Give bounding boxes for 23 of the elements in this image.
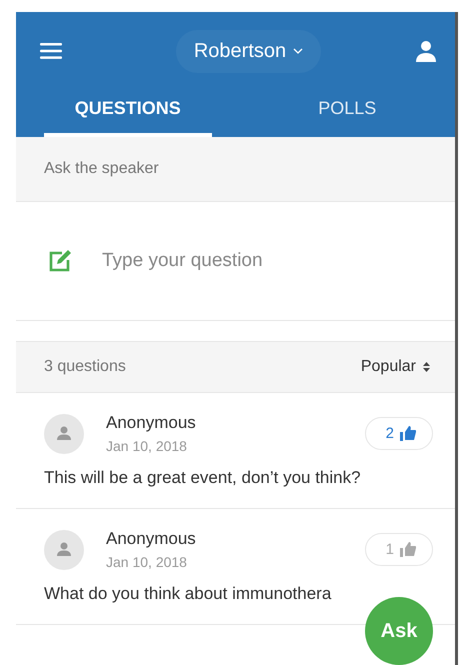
tab[interactable]: POLLS <box>264 90 431 137</box>
avatar-icon <box>44 414 84 454</box>
section-title: Ask the speaker <box>44 160 159 178</box>
thumbs-up-icon <box>400 426 416 441</box>
question-date: Jan 10, 2018 <box>106 554 188 570</box>
compose-icon <box>48 249 74 273</box>
author-name: Anonymous <box>106 413 197 433</box>
author-name: Anonymous <box>106 529 197 549</box>
avatar-icon <box>44 530 84 570</box>
sort-dropdown[interactable]: Popular <box>354 357 437 377</box>
question-text: What do you think about immunothera <box>44 584 332 604</box>
thumbs-up-icon <box>400 542 416 557</box>
user-icon[interactable] <box>413 38 439 64</box>
question-count: 3 questions <box>44 358 126 376</box>
like-button[interactable]: 2 <box>364 417 433 450</box>
menu-icon[interactable] <box>38 40 64 62</box>
chevron-down-icon <box>293 48 304 54</box>
sort-icon <box>422 361 431 373</box>
question-date: Jan 10, 2018 <box>106 438 188 454</box>
question-text: This will be a great event, don’t you think? <box>44 468 362 488</box>
ask-button[interactable]: Ask <box>365 597 433 665</box>
like-button[interactable]: 1 <box>364 533 433 566</box>
event-selector[interactable]: Robertson <box>176 30 322 72</box>
